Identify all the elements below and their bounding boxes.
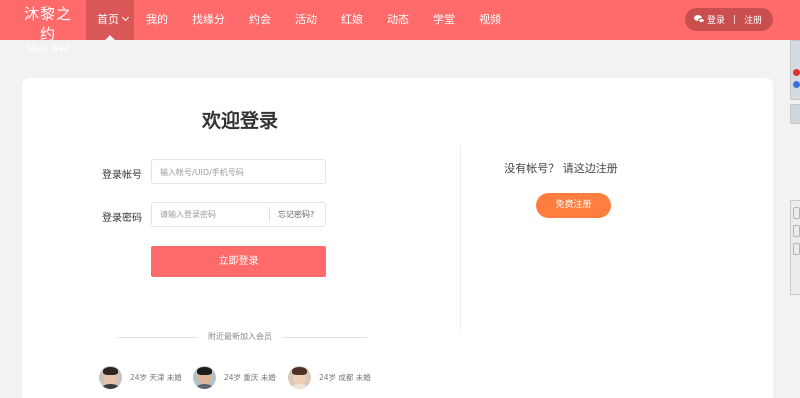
password-input[interactable]: [152, 203, 269, 226]
page-title: 欢迎登录: [201, 110, 278, 132]
side-toolbar: [790, 200, 800, 295]
nav-item-events[interactable]: 活动: [283, 0, 329, 40]
password-field[interactable]: 忘记密码?: [151, 202, 326, 227]
avatar: [193, 366, 216, 389]
top-navbar: 沐黎之约 MoLi Wed 首页 我的 找缘分 约会 活动 红娘 动态 学堂 视…: [0, 0, 800, 53]
member-info: 24岁 重庆 未婚: [224, 373, 276, 382]
free-register-button[interactable]: 免费注册: [536, 193, 611, 218]
status-dot-icon: [793, 81, 800, 88]
auth-pill: 登录 | 注册: [685, 8, 773, 31]
nav-item-dating[interactable]: 约会: [237, 0, 283, 40]
member-card[interactable]: 24岁 成都 未婚: [288, 366, 371, 389]
nav-item-label: 首页: [97, 13, 119, 26]
auth-separator: |: [733, 14, 737, 25]
nav-item-mine[interactable]: 我的: [134, 0, 180, 40]
header-register-link[interactable]: 注册: [744, 13, 762, 26]
nav-item-school[interactable]: 学堂: [421, 0, 467, 40]
nav-item-video[interactable]: 视频: [467, 0, 513, 40]
site-logo[interactable]: 沐黎之约 MoLi Wed: [18, 4, 78, 54]
member-card[interactable]: 24岁 天津 未婚: [99, 366, 182, 389]
main-nav: 首页 我的 找缘分 约会 活动 红娘 动态 学堂 视频: [86, 0, 513, 40]
recent-members-heading: 附近最新加入会员: [208, 332, 272, 341]
member-info: 24岁 成都 未婚: [319, 373, 371, 382]
wechat-icon: [694, 15, 705, 24]
avatar: [288, 366, 311, 389]
divider: [283, 337, 367, 338]
avatar: [99, 366, 122, 389]
member-card[interactable]: 24岁 重庆 未婚: [193, 366, 276, 389]
header-login-link[interactable]: 登录: [707, 13, 725, 26]
qrcode-icon[interactable]: [793, 207, 800, 219]
side-float-button[interactable]: [790, 104, 800, 124]
member-info: 24岁 天津 未婚: [130, 373, 182, 382]
account-input[interactable]: [152, 161, 325, 184]
account-label: 登录帐号: [102, 170, 142, 181]
side-float-widget[interactable]: [790, 40, 800, 100]
login-button[interactable]: 立即登录: [151, 246, 326, 277]
chevron-down-icon: [121, 13, 130, 22]
password-label: 登录密码: [102, 213, 142, 224]
no-account-prompt: 没有帐号？ 请这边注册: [504, 162, 618, 175]
nav-item-home[interactable]: 首页: [86, 0, 134, 40]
nav-item-moments[interactable]: 动态: [375, 0, 421, 40]
account-field[interactable]: [151, 159, 326, 184]
nav-item-find-match[interactable]: 找缘分: [180, 0, 237, 40]
status-dot-icon: [793, 69, 800, 76]
logo-title: 沐黎之约: [23, 5, 72, 43]
chat-icon[interactable]: [793, 243, 800, 255]
divider: [117, 337, 197, 338]
forgot-password-link[interactable]: 忘记密码?: [269, 207, 314, 222]
logo-subtitle: MoLi Wed: [26, 44, 70, 53]
phone-icon[interactable]: [793, 225, 800, 237]
nav-item-matchmaker[interactable]: 红娘: [329, 0, 375, 40]
